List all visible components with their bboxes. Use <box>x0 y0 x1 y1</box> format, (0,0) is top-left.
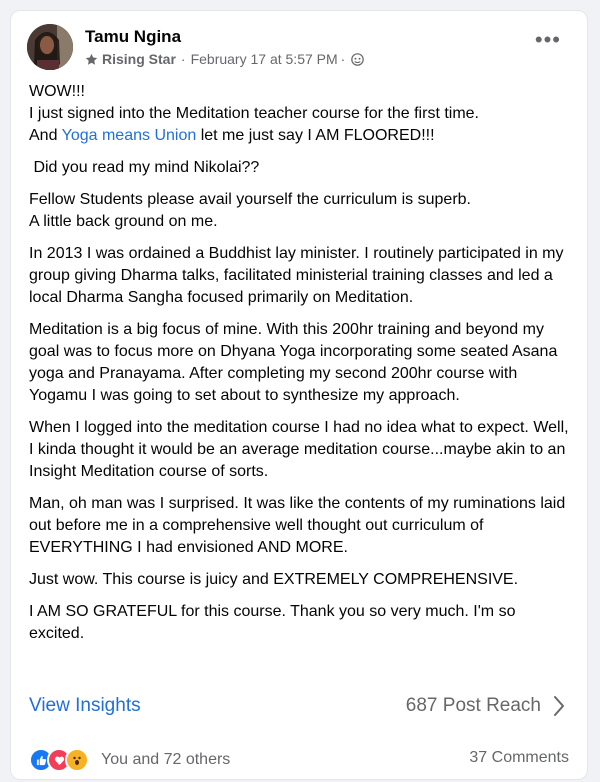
post-paragraph: Just wow. This course is juicy and EXTRE… <box>29 571 519 588</box>
comments-count[interactable]: 37 Comments <box>469 749 569 767</box>
author-name[interactable]: Tamu Ngina <box>85 27 181 47</box>
meta-separator: · <box>180 51 186 67</box>
meta-separator: · <box>340 51 346 67</box>
post-card: Tamu Ngina Rising Star · February 17 at … <box>10 10 588 780</box>
post-meta: Rising Star · February 17 at 5:57 PM · <box>85 51 365 67</box>
post-line: And <box>29 127 62 144</box>
post-line: I just signed into the Meditation teache… <box>29 105 479 122</box>
post-paragraph: I AM SO GRATEFUL for this course. Thank … <box>29 603 516 642</box>
post-footer: You and 72 others 37 Comments <box>29 746 569 774</box>
chevron-right-icon <box>554 696 564 716</box>
post-paragraph: Fellow Students please avail yourself th… <box>29 191 471 230</box>
post-paragraph: WOW!!! I just signed into the Meditation… <box>29 81 569 147</box>
member-badge[interactable]: Rising Star <box>102 51 176 67</box>
post-reach-label: 687 Post Reach <box>405 695 541 716</box>
wow-icon <box>65 748 89 772</box>
globe-icon[interactable] <box>351 52 365 66</box>
view-insights-link[interactable]: View Insights <box>29 695 141 717</box>
reactions-summary[interactable]: You and 72 others <box>29 748 230 772</box>
post-body: WOW!!! I just signed into the Meditation… <box>29 81 569 655</box>
post-line: let me just say I AM FLOORED!!! <box>196 127 435 144</box>
post-header: Tamu Ngina Rising Star · February 17 at … <box>27 21 571 77</box>
reactions-text: You and 72 others <box>101 751 231 768</box>
post-line: WOW!!! <box>29 83 85 100</box>
post-reach[interactable]: 687 Post Reach <box>406 695 565 717</box>
post-paragraph: Man, oh man was I surprised. It was like… <box>29 495 566 556</box>
post-timestamp[interactable]: February 17 at 5:57 PM <box>191 51 338 67</box>
post-paragraph: Meditation is a big focus of mine. With … <box>29 321 558 404</box>
post-paragraph: When I logged into the meditation course… <box>29 419 569 480</box>
post-paragraph: In 2013 I was ordained a Buddhist lay mi… <box>29 245 564 306</box>
post-paragraph: Did you read my mind Nikolai?? <box>29 159 260 176</box>
more-options-button[interactable]: ••• <box>535 29 561 51</box>
group-link[interactable]: Yoga means Union <box>62 127 197 144</box>
star-icon <box>85 53 98 65</box>
avatar[interactable] <box>27 24 73 70</box>
